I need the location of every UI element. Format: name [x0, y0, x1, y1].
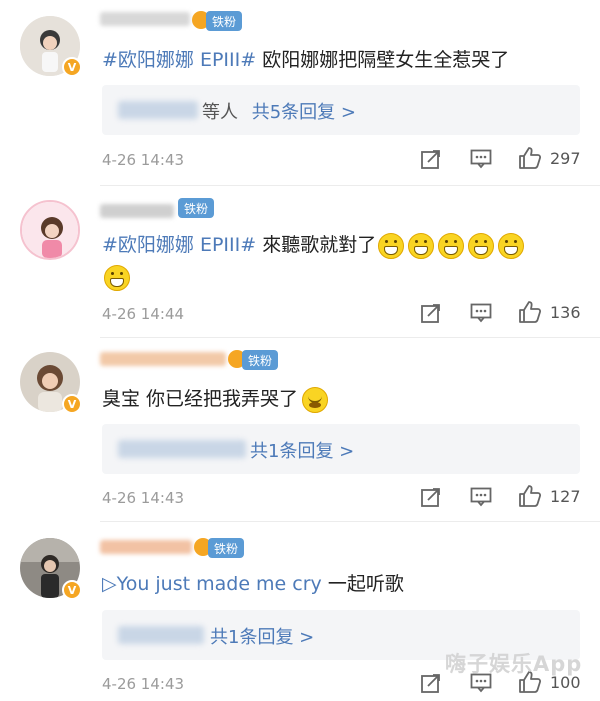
verified-badge-icon: V	[62, 394, 82, 414]
share-icon	[421, 488, 440, 507]
avatar[interactable]	[20, 200, 80, 260]
timestamp: 4-26 14:44	[102, 305, 185, 323]
comment-item: 铁粉 #欧阳娜娜 EPIII# 來聽歌就對了 4-26 14:44 136	[0, 186, 600, 336]
share-icon	[421, 304, 440, 323]
comment-item: V 铁粉 #欧阳娜娜 EPIII# 欧阳娜娜把隔壁女生全惹哭了 等人 共5条回复…	[0, 0, 600, 185]
username-blurred[interactable]	[100, 352, 226, 366]
share-button[interactable]	[420, 302, 442, 324]
comment-button[interactable]	[470, 149, 492, 169]
grin-emoji	[498, 232, 525, 259]
fan-badge: 铁粉	[208, 538, 245, 558]
share-button[interactable]	[420, 148, 442, 170]
comment-icon	[470, 303, 492, 323]
like-count: 127	[550, 486, 581, 506]
timestamp: 4-26 14:43	[102, 489, 185, 507]
fan-badge: 铁粉	[206, 11, 243, 31]
timestamp: 4-26 14:43	[102, 675, 185, 693]
comment-text: #欧阳娜娜 EPIII# 來聽歌就對了	[102, 229, 580, 293]
comment-item: V 铁粉 臭宝 你已经把我弄哭了 共1条回复 > 4-26 14:43 127	[0, 338, 600, 520]
like-icon	[519, 147, 542, 169]
username-blurred[interactable]	[100, 12, 190, 26]
share-button[interactable]	[420, 486, 442, 508]
share-icon	[421, 150, 440, 169]
reply-preview[interactable]: 等人 共5条回复 >	[102, 85, 580, 135]
view-replies-link[interactable]: 共1条回复 >	[250, 437, 354, 463]
comment-icon	[470, 487, 492, 507]
comment-text: #欧阳娜娜 EPIII# 欧阳娜娜把隔壁女生全惹哭了	[102, 49, 510, 71]
view-replies-link[interactable]: 共5条回复 >	[252, 102, 356, 123]
grin-emoji	[438, 232, 465, 259]
comment-text: ▷You just made me cry 一起听歌	[102, 573, 404, 595]
username-blurred[interactable]	[100, 540, 192, 554]
comment-icon	[470, 149, 492, 169]
grin-emoji	[378, 232, 405, 259]
comment-button[interactable]	[470, 487, 492, 507]
like-button[interactable]: 136	[518, 300, 581, 324]
fan-badge: 铁粉	[242, 350, 279, 370]
verified-badge-icon: V	[62, 57, 82, 77]
like-icon	[519, 485, 542, 507]
view-replies-link[interactable]: 共1条回复 >	[210, 623, 314, 649]
grin-emoji	[408, 232, 435, 259]
timestamp: 4-26 14:43	[102, 151, 185, 169]
like-button[interactable]: 127	[518, 484, 581, 508]
watermark: 嗨子娱乐App	[445, 652, 583, 676]
avatar-image	[22, 202, 78, 258]
like-button[interactable]: 297	[518, 146, 581, 170]
music-link[interactable]: ▷You just made me cry	[102, 573, 322, 595]
grin-emoji	[468, 232, 495, 259]
like-count: 136	[550, 302, 581, 322]
reply-users-blurred	[118, 101, 198, 119]
verified-badge-icon: V	[62, 580, 82, 600]
share-icon	[421, 674, 440, 693]
share-button[interactable]	[420, 672, 442, 694]
reply-users-blurred	[118, 440, 246, 458]
reply-users-blurred	[118, 626, 204, 644]
topic-link[interactable]: #欧阳娜娜 EPIII#	[102, 234, 256, 256]
comment-button[interactable]	[470, 303, 492, 323]
crying-emoji	[302, 386, 329, 413]
comment-text: 臭宝 你已经把我弄哭了	[102, 383, 580, 415]
like-count: 297	[550, 148, 581, 168]
reply-preview[interactable]: 共1条回复 >	[102, 424, 580, 474]
like-icon	[519, 301, 542, 323]
username-blurred[interactable]	[100, 204, 174, 218]
fan-badge: 铁粉	[178, 198, 215, 218]
topic-link[interactable]: #欧阳娜娜 EPIII#	[102, 49, 256, 71]
grin-emoji	[104, 264, 130, 291]
